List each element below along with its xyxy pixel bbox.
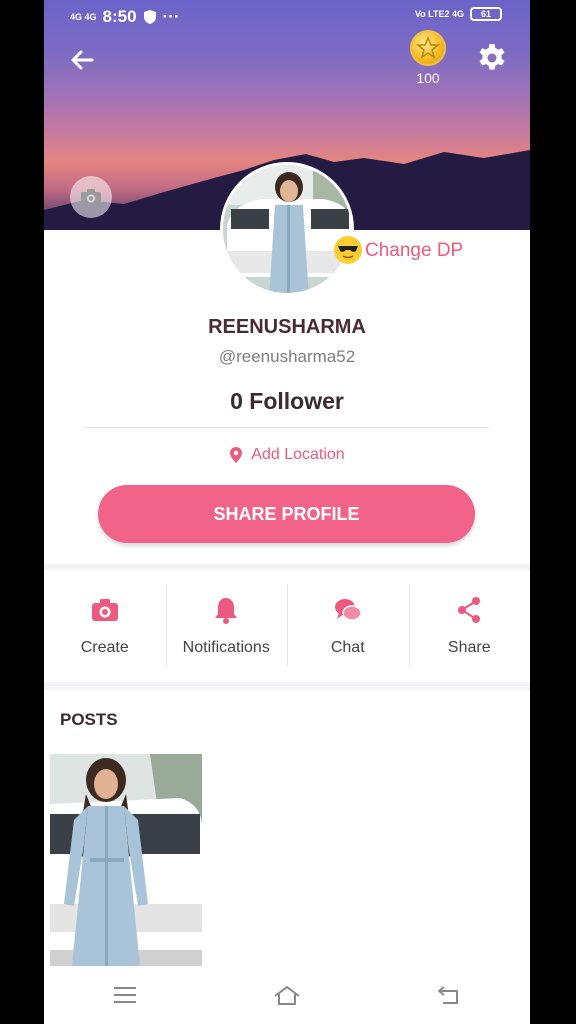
sunglasses-emoji-icon (334, 236, 362, 264)
change-cover-button[interactable] (70, 176, 112, 218)
share-icon (458, 597, 481, 623)
share-profile-button[interactable]: SHARE PROFILE (98, 485, 475, 543)
divider (84, 427, 489, 428)
camera-icon (81, 189, 101, 205)
notifications-label: Notifications (182, 639, 270, 656)
add-location-link[interactable]: Add Location (44, 446, 530, 464)
chat-button[interactable]: Chat (287, 570, 409, 682)
system-nav-bar (44, 966, 530, 1024)
share-label: Share (447, 639, 491, 656)
coin-balance: 100 (416, 70, 440, 86)
bell-icon (215, 598, 238, 624)
add-location-label: Add Location (251, 446, 345, 463)
network-signal: 4G 4G (70, 11, 97, 22)
back-nav-icon[interactable] (435, 981, 463, 1009)
create-button[interactable]: Create (44, 570, 166, 682)
posts-heading: POSTS (60, 710, 118, 729)
gear-icon[interactable] (476, 42, 508, 74)
post-thumbnail[interactable] (50, 754, 202, 966)
home-icon[interactable] (273, 981, 301, 1009)
avatar[interactable] (220, 162, 354, 296)
more-indicator: ··· (162, 7, 180, 26)
notifications-button[interactable]: Notifications (165, 570, 288, 682)
chat-label: Chat (330, 639, 365, 656)
chat-icon (334, 599, 362, 621)
location-pin-icon (230, 447, 243, 463)
status-bar: 4G 4G 8:50 ··· Vo LTE2 4G 61 (44, 0, 530, 34)
change-dp-link[interactable]: Change DP (365, 240, 463, 262)
battery-icon: 61 (470, 7, 502, 21)
profile-screen: 4G 4G 8:50 ··· Vo LTE2 4G 61 100 Change … (44, 0, 530, 1024)
coin-icon[interactable] (410, 30, 446, 66)
action-row: Create Notifications Chat Share (44, 570, 530, 682)
menu-icon[interactable] (111, 981, 139, 1009)
follower-count[interactable]: 0 Follower (44, 388, 530, 415)
back-arrow-icon[interactable] (66, 44, 98, 76)
clock: 8:50 (102, 7, 137, 26)
share-button[interactable]: Share (408, 570, 531, 682)
network-type: Vo LTE2 4G (414, 9, 464, 19)
create-label: Create (80, 639, 129, 656)
camera-icon (91, 599, 118, 621)
posts-section: POSTS (44, 690, 530, 980)
battery-level: 61 (480, 9, 491, 19)
shield-icon (143, 10, 156, 24)
profile-username: REENUSHARMA (208, 316, 366, 338)
profile-handle: @reenusharma52 (218, 347, 356, 366)
